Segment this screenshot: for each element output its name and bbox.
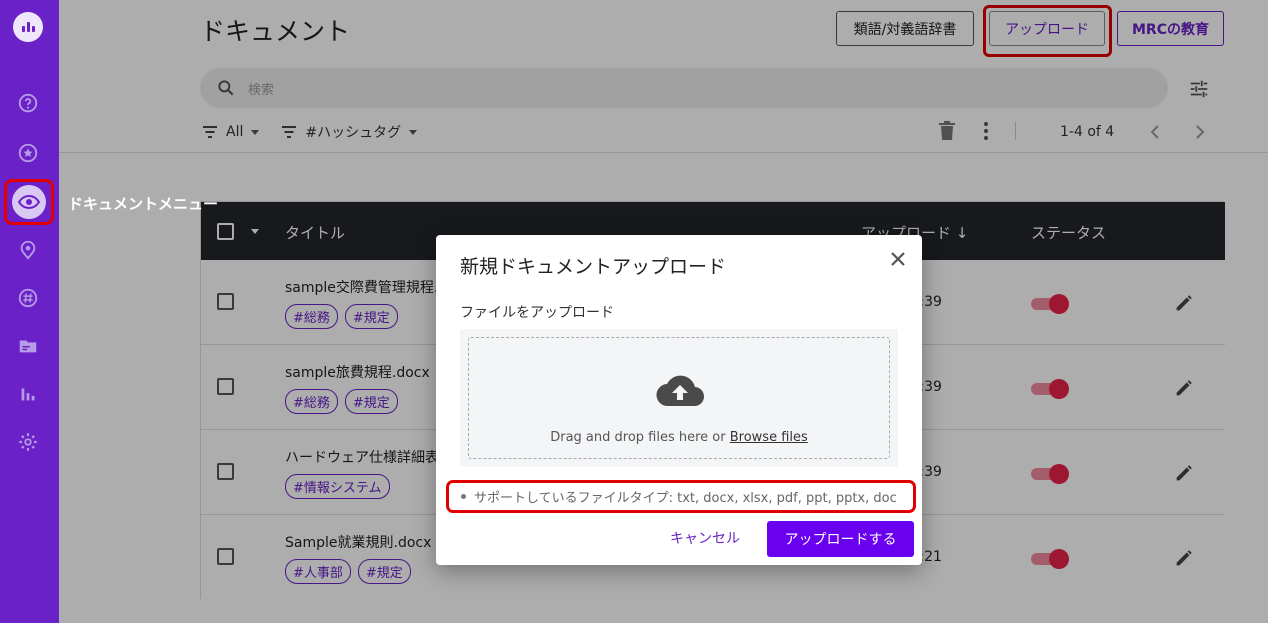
gear-icon[interactable] [16, 430, 40, 454]
sidebar-item-documents[interactable] [4, 179, 54, 225]
bar-chart-icon[interactable] [16, 382, 40, 406]
dialog-title: 新規ドキュメントアップロード [460, 256, 727, 278]
dropzone-container: Drag and drop files here or Browse files [460, 329, 898, 467]
dropzone-text: Drag and drop files here or [550, 430, 730, 445]
help-icon[interactable] [16, 92, 40, 116]
eye-icon [12, 185, 46, 219]
dropzone-instructions: Drag and drop files here or Browse files [469, 430, 889, 445]
browse-files-link[interactable]: Browse files [730, 430, 808, 445]
documents-menu-annotation: ドキュメントメニュー [68, 195, 219, 213]
submit-upload-button[interactable]: アップロードする [767, 521, 914, 557]
hashtag-icon[interactable] [16, 286, 40, 310]
upload-dialog: 新規ドキュメントアップロード ファイルをアップロード Drag and drop… [436, 235, 922, 565]
supported-file-types-note: サポートしているファイルタイプ: txt, docx, xlsx, pdf, p… [446, 480, 916, 513]
cancel-button[interactable]: キャンセル [670, 528, 740, 548]
sidebar [0, 0, 59, 623]
logo-bars-icon [21, 22, 35, 32]
supported-file-types-text: サポートしているファイルタイプ: txt, docx, xlsx, pdf, p… [474, 491, 897, 506]
bullet-icon [461, 494, 466, 499]
file-dropzone[interactable]: Drag and drop files here or Browse files [468, 337, 890, 459]
cloud-upload-icon [656, 375, 705, 407]
folder-icon[interactable] [16, 334, 40, 358]
feedback-icon[interactable] [16, 238, 40, 262]
close-icon[interactable] [888, 249, 908, 269]
dialog-subtitle: ファイルをアップロード [460, 305, 614, 321]
app-logo[interactable] [13, 12, 43, 42]
star-icon[interactable] [16, 141, 40, 165]
